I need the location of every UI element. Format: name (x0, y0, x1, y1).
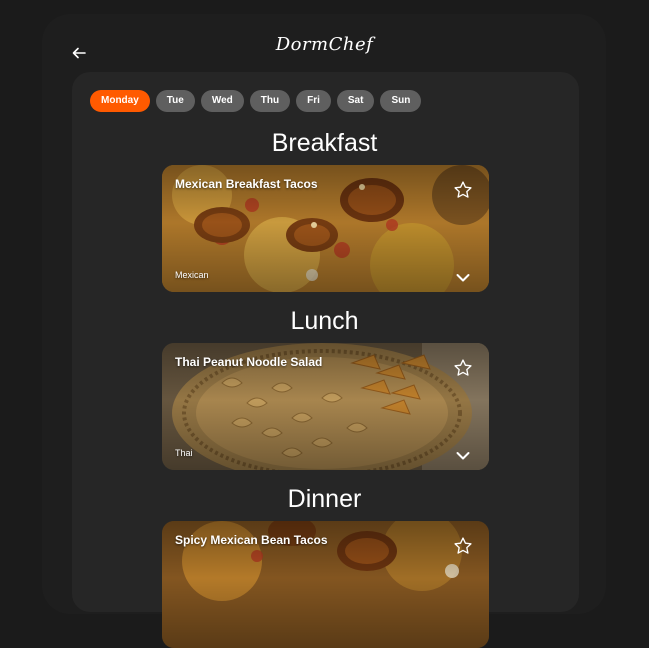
chevron-down-icon[interactable] (456, 451, 470, 461)
meal-cuisine: Thai (175, 448, 193, 458)
day-tab-thu[interactable]: Thu (249, 90, 291, 112)
star-outline-icon[interactable] (453, 180, 473, 200)
app-logo: DormChef (275, 34, 374, 55)
meal-title: Mexican Breakfast Tacos (175, 177, 318, 191)
section-title-breakfast: Breakfast (271, 129, 378, 157)
chevron-down-icon[interactable] (456, 273, 470, 283)
section-title-dinner: Dinner (287, 485, 362, 513)
star-outline-icon[interactable] (453, 536, 473, 556)
star-outline-icon[interactable] (453, 358, 473, 378)
meal-card-lunch[interactable]: Thai Peanut Noodle Salad Thai (162, 343, 489, 470)
day-selector: Monday Tue Wed Thu Fri Sat Sun (90, 90, 422, 112)
day-tab-fri[interactable]: Fri (296, 90, 331, 112)
meal-title: Spicy Mexican Bean Tacos (175, 533, 328, 547)
day-tab-sun[interactable]: Sun (380, 90, 422, 112)
section-title-lunch: Lunch (290, 307, 359, 335)
meal-card-breakfast[interactable]: Mexican Breakfast Tacos Mexican (162, 165, 489, 292)
meal-cuisine: Mexican (175, 270, 209, 280)
meal-card-dinner[interactable]: Spicy Mexican Bean Tacos (162, 521, 489, 648)
day-tab-tue[interactable]: Tue (155, 90, 195, 112)
meal-title: Thai Peanut Noodle Salad (175, 355, 323, 369)
day-tab-monday[interactable]: Monday (90, 90, 150, 112)
day-tab-sat[interactable]: Sat (336, 90, 375, 112)
day-tab-wed[interactable]: Wed (200, 90, 244, 112)
